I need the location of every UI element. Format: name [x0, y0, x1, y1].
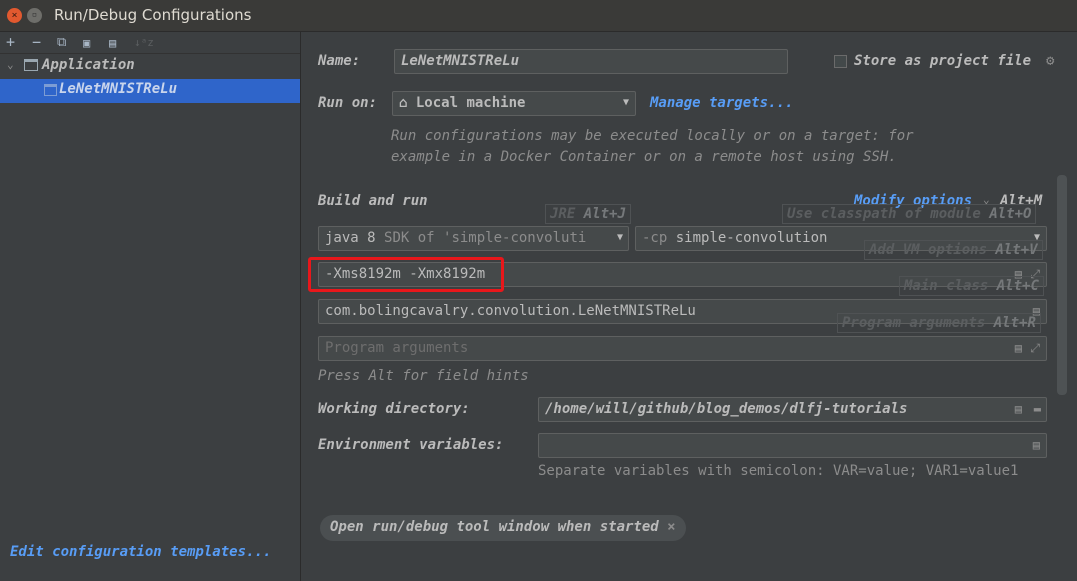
vm-options-hint: Add VM options Alt+V	[864, 240, 1043, 260]
jdk-value: java 8	[325, 230, 376, 246]
name-label: Name:	[318, 53, 361, 69]
run-on-desc: example in a Docker Container or on a re…	[391, 149, 897, 165]
field-hints-text: Press Alt for field hints	[318, 368, 529, 384]
workdir-input[interactable]: /home/will/github/blog_demos/dlfj-tutori…	[538, 397, 1047, 422]
copy-icon[interactable]: ⧉	[57, 35, 66, 50]
maximize-window-button[interactable]: ▫	[27, 8, 42, 23]
program-args-placeholder: Program arguments	[325, 340, 469, 356]
folder-icon[interactable]: ▬	[1034, 402, 1041, 416]
env-label: Environment variables:	[318, 437, 504, 453]
folder-add-icon[interactable]: ▤	[109, 36, 116, 50]
dropdown-arrow-icon: ▼	[616, 232, 623, 243]
tree-item-lenet[interactable]: LeNetMNISTReLu	[59, 81, 177, 97]
cp-value: simple-convolution	[675, 230, 828, 246]
run-on-value: Local machine	[415, 95, 526, 111]
jdk-suffix: SDK of 'simple-convoluti	[384, 230, 587, 246]
home-icon: ⌂	[399, 95, 408, 111]
highlight-box	[308, 257, 504, 292]
sort-icon[interactable]: ↓ᵃz	[134, 36, 154, 49]
close-window-button[interactable]: ×	[7, 8, 22, 23]
window-title: Run/Debug Configurations	[54, 6, 252, 24]
program-args-input[interactable]: Program arguments ▤ ⤢	[318, 336, 1047, 361]
application-icon	[24, 59, 38, 71]
build-run-heading: Build and run	[318, 193, 428, 209]
manage-targets-link[interactable]: Manage targets...	[650, 95, 793, 111]
main-class-value: com.bolingcavalry.convolution.LeNetMNIST…	[325, 303, 696, 319]
divider	[300, 32, 301, 581]
document-icon[interactable]: ▤	[1015, 402, 1022, 416]
env-input[interactable]: ▤	[538, 433, 1047, 458]
run-on-select[interactable]: ⌂ Local machine ▼	[392, 91, 636, 116]
document-icon[interactable]: ▤	[1015, 341, 1022, 355]
divider	[0, 53, 300, 54]
env-hint: Separate variables with semicolon: VAR=v…	[538, 463, 1019, 479]
edit-templates-link[interactable]: Edit configuration templates...	[10, 544, 271, 560]
tag-label: Open run/debug tool window when started	[330, 519, 659, 535]
expand-icon[interactable]: ⤢	[1030, 341, 1040, 356]
run-on-label: Run on:	[318, 95, 378, 111]
run-on-desc: Run configurations may be executed local…	[391, 128, 914, 144]
close-icon[interactable]: ×	[667, 519, 675, 535]
workdir-value: /home/will/github/blog_demos/dlfj-tutori…	[545, 401, 908, 417]
add-icon[interactable]: +	[6, 33, 15, 51]
open-tool-window-tag[interactable]: Open run/debug tool window when started …	[320, 515, 686, 541]
scrollbar[interactable]	[1057, 175, 1067, 395]
document-icon[interactable]: ▤	[1033, 438, 1040, 452]
classpath-hint: Use classpath of module Alt+O	[782, 204, 1037, 224]
main-class-hint: Main class Alt+C	[899, 276, 1044, 296]
tree-group-application[interactable]: Application	[42, 57, 135, 73]
workdir-label: Working directory:	[318, 401, 470, 417]
cp-prefix: -cp	[642, 230, 668, 246]
jre-hint: JRE Alt+J	[545, 204, 631, 224]
remove-icon[interactable]: −	[32, 33, 41, 51]
name-input[interactable]: LeNetMNISTReLu	[394, 49, 788, 74]
dropdown-arrow-icon: ▼	[622, 97, 629, 108]
store-checkbox[interactable]	[834, 55, 847, 68]
application-icon	[44, 84, 57, 96]
store-label[interactable]: Store as project file	[854, 53, 1031, 69]
save-icon[interactable]: ▣	[83, 36, 90, 50]
program-args-hint: Program arguments Alt+R	[837, 313, 1041, 333]
chevron-down-icon[interactable]: ⌄	[7, 58, 14, 71]
gear-icon[interactable]: ⚙	[1046, 53, 1054, 69]
jdk-select[interactable]: java 8 SDK of 'simple-convoluti ▼	[318, 226, 629, 251]
